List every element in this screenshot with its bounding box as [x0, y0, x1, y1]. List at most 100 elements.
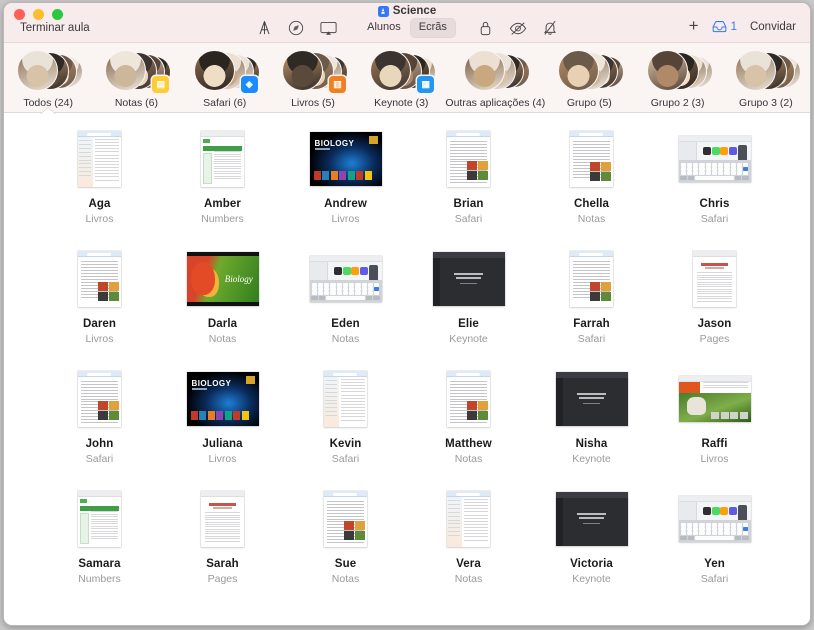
student-cell[interactable]: Kevin Safari [284, 371, 407, 491]
student-app-label: Safari [700, 573, 729, 585]
student-screen-thumbnail[interactable] [78, 251, 121, 307]
student-screen-thumbnail[interactable] [324, 491, 367, 547]
notes-app-icon: ▤ [152, 76, 170, 93]
student-app-label: Notas [454, 453, 483, 465]
student-name: Juliana [202, 438, 243, 450]
student-name: Raffi [701, 438, 728, 450]
student-cell[interactable]: Amber Numbers [161, 131, 284, 251]
student-screen-thumbnail[interactable] [309, 256, 382, 302]
student-screen-thumbnail[interactable] [678, 496, 751, 542]
student-cell[interactable]: Elie Keynote [407, 251, 530, 371]
tab-alunos[interactable]: Alunos [358, 18, 410, 38]
student-screen-thumbnail[interactable] [570, 131, 613, 187]
invite-button[interactable]: Convidar [750, 21, 796, 33]
student-cell[interactable]: Chris Safari [653, 131, 776, 251]
student-app-label: Notas [331, 333, 360, 345]
student-cell[interactable]: Eden Notas [284, 251, 407, 371]
group-avatar-stack [558, 48, 625, 94]
group-filter-0[interactable]: Todos (24) [4, 48, 92, 115]
safari-navigate-icon[interactable] [280, 18, 312, 38]
student-screen-thumbnail[interactable] [555, 372, 628, 426]
group-filter-2[interactable]: ◈ Safari (6) [181, 48, 269, 109]
student-cell[interactable]: Raffi Livros [653, 371, 776, 491]
student-screen-thumbnail[interactable] [555, 492, 628, 546]
thumbnail-container [307, 371, 385, 427]
student-cell[interactable]: Daren Livros [38, 251, 161, 371]
student-screen-thumbnail[interactable] [201, 491, 244, 547]
student-screen-thumbnail[interactable] [693, 251, 736, 307]
screen-share-icon[interactable] [312, 18, 344, 38]
student-cell[interactable]: Samara Numbers [38, 491, 161, 611]
student-cell[interactable]: Sarah Pages [161, 491, 284, 611]
thumbnail-container [430, 131, 508, 187]
student-app-label: Numbers [201, 213, 244, 225]
thumbnail-container [676, 131, 754, 187]
student-screen-thumbnail[interactable] [78, 491, 121, 547]
group-filter-7[interactable]: Grupo 2 (3) [633, 48, 721, 109]
student-cell[interactable]: Sue Notas [284, 491, 407, 611]
classroom-app-icon [377, 5, 389, 17]
student-cell[interactable]: Matthew Notas [407, 371, 530, 491]
thumbnail-container [430, 491, 508, 547]
student-screen-thumbnail[interactable] [432, 252, 505, 306]
group-filter-1[interactable]: ▤ Notas (6) [92, 48, 180, 109]
hide-screen-icon[interactable] [502, 18, 534, 38]
group-filter-6[interactable]: Grupo (5) [545, 48, 633, 109]
group-avatar-stack [464, 48, 531, 94]
student-name: Sue [334, 558, 357, 570]
lock-screen-icon[interactable] [470, 18, 502, 38]
student-screen-thumbnail[interactable]: BIOLOGY [309, 132, 382, 186]
thumbnail-photo-grid [97, 281, 119, 301]
student-cell[interactable]: Jason Pages [653, 251, 776, 371]
student-screen-thumbnail[interactable]: BIOLOGY [186, 372, 259, 426]
student-screen-thumbnail[interactable] [324, 371, 367, 427]
student-cell[interactable]: Victoria Keynote [530, 491, 653, 611]
group-filter-5[interactable]: Outras aplicações (4) [445, 48, 545, 109]
student-screen-thumbnail[interactable] [447, 131, 490, 187]
tab-ecras[interactable]: Ecrãs [409, 18, 456, 39]
student-cell[interactable]: Yen Safari [653, 491, 776, 611]
student-screen-thumbnail[interactable] [78, 131, 121, 187]
student-cell[interactable]: BIOLOGY Juliana Livros [161, 371, 284, 491]
student-cell[interactable]: Biology Darla Notas [161, 251, 284, 371]
student-cell[interactable]: Farrah Safari [530, 251, 653, 371]
airplay-classroom-icon[interactable] [248, 18, 280, 38]
student-screen-thumbnail[interactable] [678, 376, 751, 422]
student-name: Victoria [570, 558, 613, 570]
thumbnail-photo-grid [343, 520, 365, 540]
student-cell[interactable]: Chella Notas [530, 131, 653, 251]
selected-group-pointer [40, 108, 57, 115]
group-avatar-stack: ▤ [105, 48, 172, 94]
student-screen-thumbnail[interactable] [78, 371, 121, 427]
student-screen-thumbnail[interactable] [447, 371, 490, 427]
group-filter-8[interactable]: Grupo 3 (2) [722, 48, 810, 109]
group-filter-3[interactable]: ▥ Livros (5) [269, 48, 357, 109]
mute-icon[interactable] [534, 18, 566, 38]
student-app-label: Livros [85, 333, 114, 345]
student-name: Vera [456, 558, 481, 570]
student-cell[interactable]: BIOLOGY Andrew Livros [284, 131, 407, 251]
student-app-label: Notas [331, 573, 360, 585]
thumbnail-container [61, 251, 139, 307]
student-screen-thumbnail[interactable] [678, 136, 751, 182]
toolbar-right-actions: + 1 Convidar [689, 17, 796, 36]
thumbnail-container [553, 371, 631, 427]
student-app-label: Pages [699, 333, 730, 345]
group-filter-label: Notas (6) [114, 97, 159, 109]
student-cell[interactable]: Aga Livros [38, 131, 161, 251]
student-cell[interactable]: Nisha Keynote [530, 371, 653, 491]
student-cell[interactable]: Brian Safari [407, 131, 530, 251]
student-cell[interactable]: John Safari [38, 371, 161, 491]
student-screen-thumbnail[interactable] [570, 251, 613, 307]
group-filter-4[interactable]: ▦ Keynote (3) [357, 48, 445, 109]
student-cell[interactable]: Vera Notas [407, 491, 530, 611]
thumbnail-container [430, 371, 508, 427]
student-screen-thumbnail[interactable] [201, 131, 244, 187]
view-mode-segmented-control[interactable]: Alunos Ecrãs [358, 18, 456, 39]
student-app-label: Safari [85, 453, 114, 465]
inbox-button[interactable]: 1 [712, 20, 737, 33]
student-screen-thumbnail[interactable]: Biology [186, 252, 259, 306]
student-app-label: Livros [85, 213, 114, 225]
add-button[interactable]: + [689, 17, 699, 36]
student-screen-thumbnail[interactable] [447, 491, 490, 547]
